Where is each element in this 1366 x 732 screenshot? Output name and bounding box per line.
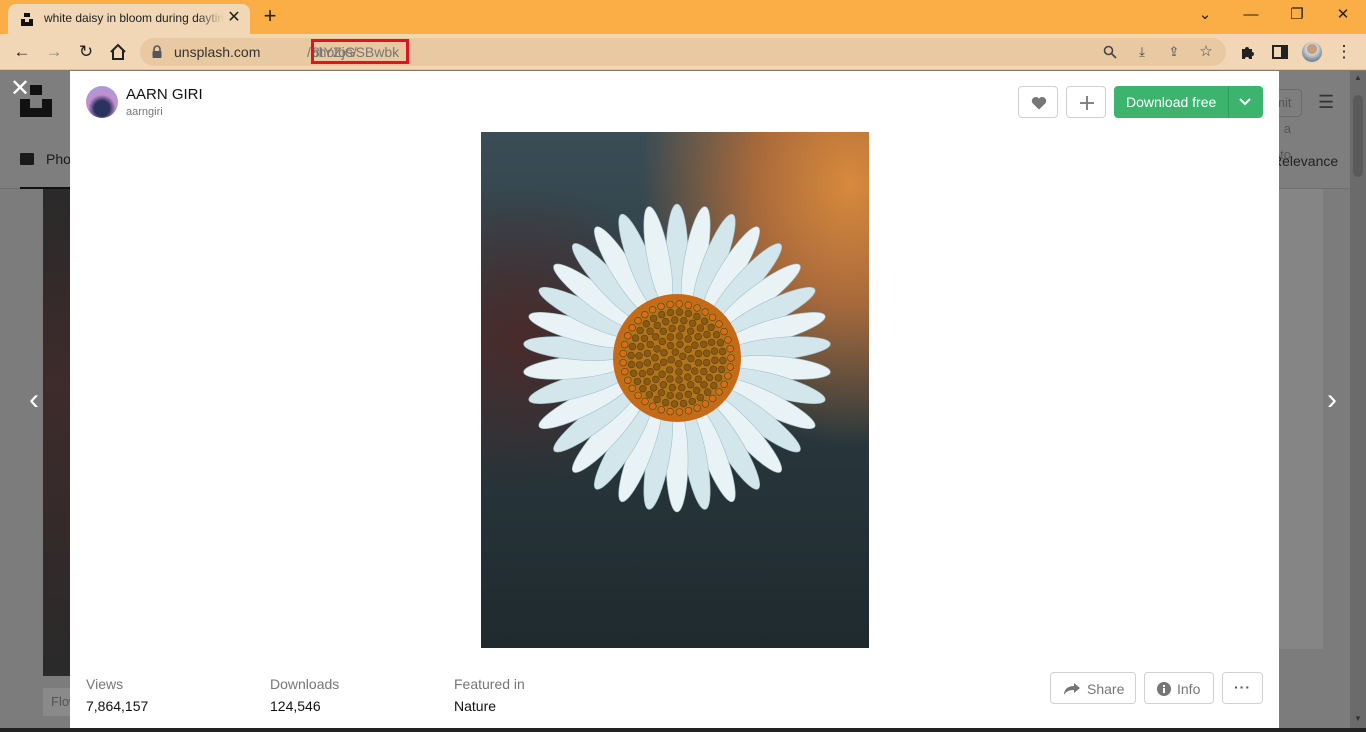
url-id-highlight-box <box>311 39 409 64</box>
heart-icon <box>1031 96 1047 110</box>
scroll-up-icon[interactable]: ▲ <box>1350 71 1366 85</box>
background-left-label: Flower <box>43 688 71 716</box>
back-button[interactable]: ← <box>8 38 36 66</box>
featured-link[interactable]: Nature <box>454 698 496 714</box>
previous-photo-chevron-icon[interactable]: ‹ <box>22 384 46 416</box>
bookmark-star-icon[interactable]: ☆ <box>1196 42 1216 62</box>
reload-button[interactable]: ↻ <box>72 38 100 66</box>
tab-strip: white daisy in bloom during daytime phot… <box>0 0 1366 34</box>
downloads-value: 124,546 <box>270 698 321 714</box>
info-icon <box>1157 682 1171 696</box>
unsplash-favicon-icon <box>21 13 33 26</box>
lock-icon <box>152 45 162 58</box>
downloads-label: Downloads <box>270 676 340 692</box>
window-close-button[interactable]: ✕ <box>1328 4 1358 26</box>
side-panel-icon[interactable] <box>1266 38 1294 66</box>
share-button[interactable]: Share <box>1050 672 1136 704</box>
views-label: Views <box>86 676 124 692</box>
extensions-puzzle-icon[interactable] <box>1234 38 1262 66</box>
tab-title: white daisy in bloom during daytime phot… <box>44 11 224 25</box>
author-handle[interactable]: aarngiri <box>126 106 163 119</box>
plus-icon <box>1080 96 1094 110</box>
download-divider <box>1228 86 1229 118</box>
background-right-photo <box>1279 189 1323 649</box>
install-app-icon[interactable]: ⤓ <box>1132 42 1152 62</box>
author-avatar[interactable] <box>86 86 118 118</box>
search-icon[interactable] <box>1100 42 1120 62</box>
new-tab-button[interactable]: + <box>258 5 282 29</box>
photo-modal: AARN GIRI aarngiri Download free Views 7… <box>70 71 1279 732</box>
download-button[interactable]: Download free <box>1114 86 1263 118</box>
browser-tab[interactable]: white daisy in bloom during daytime phot… <box>8 4 250 34</box>
sort-label: Relevance <box>1272 153 1339 169</box>
views-value: 7,864,157 <box>86 698 149 714</box>
browser-toolbar: ← → ↻ unsplash.com /photos/ 8tYZjGSBwbk … <box>0 34 1366 70</box>
scroll-down-icon[interactable]: ▼ <box>1350 712 1366 726</box>
close-tab-icon[interactable]: ✕ <box>224 8 244 28</box>
hamburger-menu-icon: ☰ <box>1318 92 1335 112</box>
daisy-flower-image <box>523 203 831 513</box>
home-button[interactable] <box>104 38 132 66</box>
taskbar-edge <box>0 728 1366 732</box>
info-label: Info <box>1177 681 1201 697</box>
restore-button[interactable]: ❐ <box>1282 4 1312 26</box>
sort-dropdown: Relevance ▼ <box>1272 153 1350 185</box>
chevron-down-icon[interactable] <box>1232 90 1258 114</box>
more-actions-button[interactable]: ··· <box>1222 672 1263 704</box>
ellipsis-icon: ··· <box>1234 679 1251 695</box>
like-button[interactable] <box>1018 86 1058 118</box>
address-bar[interactable]: unsplash.com /photos/ 8tYZjGSBwbk ⤓ ⇪ ☆ <box>140 38 1226 66</box>
author-name[interactable]: AARN GIRI <box>126 86 203 103</box>
tab-search-chevron-down-icon[interactable]: ⌄ <box>1190 4 1220 26</box>
home-icon <box>110 43 126 60</box>
scrollbar-thumb[interactable] <box>1353 95 1363 177</box>
featured-label: Featured in <box>454 676 525 692</box>
add-to-collection-button[interactable] <box>1066 86 1106 118</box>
share-label: Share <box>1087 681 1125 697</box>
share-page-icon[interactable]: ⇪ <box>1164 42 1184 62</box>
close-modal-icon[interactable]: ✕ <box>10 77 30 101</box>
url-host: unsplash.com <box>174 44 261 60</box>
image-icon <box>20 153 34 165</box>
background-left-photo <box>43 189 71 676</box>
daisy-photo[interactable] <box>481 132 869 648</box>
next-photo-chevron-icon[interactable]: › <box>1320 384 1344 416</box>
share-arrow-icon <box>1064 683 1080 695</box>
info-button[interactable]: Info <box>1144 672 1214 704</box>
forward-button[interactable]: → <box>40 38 68 66</box>
profile-avatar[interactable] <box>1298 38 1326 66</box>
minimize-button[interactable]: — <box>1236 4 1266 26</box>
download-label: Download free <box>1126 94 1217 110</box>
more-menu-icon[interactable]: ⋮ <box>1330 38 1358 66</box>
